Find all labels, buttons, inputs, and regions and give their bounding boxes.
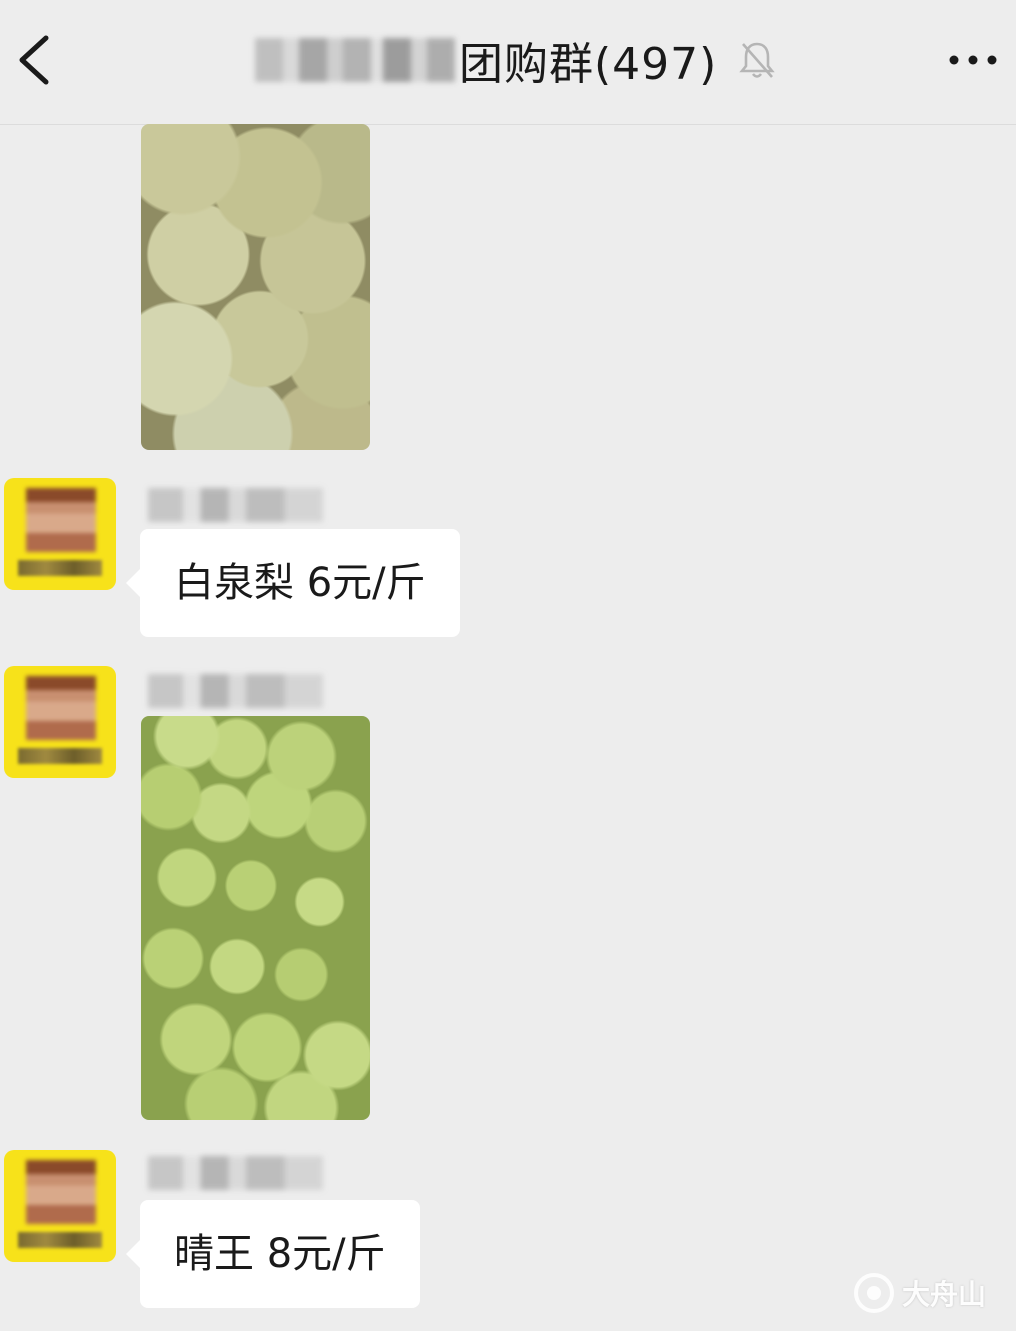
- avatar[interactable]: [4, 478, 116, 590]
- grape-photo-message[interactable]: [141, 716, 370, 1120]
- pear-photo-message[interactable]: [141, 124, 370, 450]
- group-title-text: 团购群(497): [459, 39, 718, 90]
- watermark-logo-icon: [854, 1273, 894, 1313]
- blurred-sender-name: [148, 1156, 323, 1190]
- site-watermark: 大舟山: [852, 1265, 1002, 1321]
- message-bubble[interactable]: 白泉梨 6元/斤: [126, 529, 460, 637]
- avatar-face: [26, 1160, 96, 1224]
- avatar-band: [18, 560, 102, 576]
- avatar-face: [26, 488, 96, 552]
- blurred-group-name: [255, 38, 455, 82]
- avatar-band: [18, 748, 102, 764]
- chat-title: 团购群(497): [255, 30, 776, 90]
- message-bubble[interactable]: 晴王 8元/斤: [126, 1200, 420, 1308]
- avatar-face: [26, 676, 96, 740]
- avatar[interactable]: [4, 666, 116, 778]
- mute-bell-icon: [739, 42, 776, 78]
- avatar[interactable]: [4, 1150, 116, 1262]
- chat-header: 团购群(497): [0, 0, 1016, 125]
- back-chevron-icon[interactable]: [14, 34, 54, 86]
- watermark-text: 大舟山: [902, 1278, 987, 1311]
- blurred-sender-name: [148, 488, 323, 522]
- avatar-band: [18, 1232, 102, 1248]
- more-dots-icon[interactable]: [946, 46, 1000, 74]
- blurred-sender-name: [148, 674, 323, 708]
